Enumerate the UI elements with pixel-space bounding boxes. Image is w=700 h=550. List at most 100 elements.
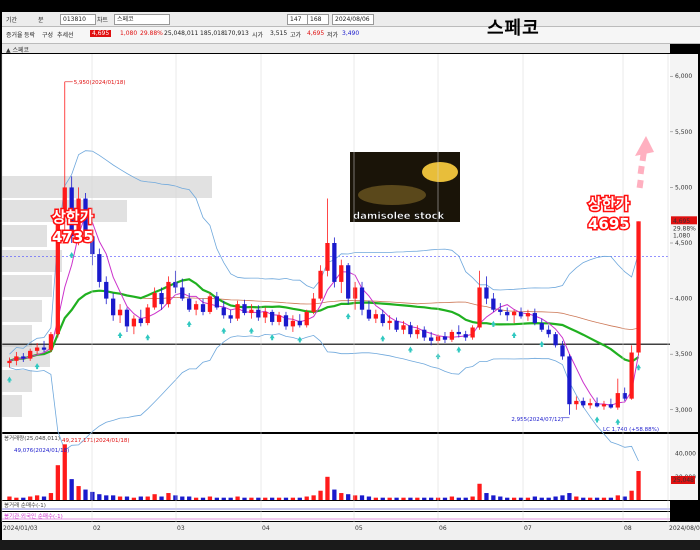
candle-body: [491, 298, 496, 310]
volume-bar: [567, 493, 572, 500]
volume-bar: [228, 497, 233, 500]
candle-body: [456, 331, 461, 335]
volume-bar: [124, 496, 130, 500]
volume-bar: [581, 497, 586, 500]
volume-bar: [408, 497, 413, 500]
volume-bar: [21, 497, 26, 500]
price-tick-label: 3,500: [675, 351, 692, 358]
candle-body: [477, 287, 482, 328]
volume-bar: [518, 497, 524, 500]
volume-label: 봉거래량(25,048,011): [4, 434, 60, 442]
candle-body: [41, 347, 47, 350]
candle-body: [408, 325, 413, 335]
price-tick-label: 4,000: [675, 296, 692, 303]
price-tick-label: 5,000: [675, 184, 692, 191]
candle-body: [601, 404, 607, 407]
limit-up-label-1: 상한가: [52, 208, 94, 226]
candle-body: [104, 281, 109, 299]
volume-bar: [532, 496, 537, 500]
pink-arrow-segment: [636, 179, 644, 189]
candle-body: [332, 243, 337, 282]
volume-bar: [325, 476, 330, 500]
low-label: 2,955(2024/07/12): [511, 417, 563, 423]
candle-body: [34, 347, 40, 351]
sub-panel-2: [2, 512, 670, 521]
candle-body: [539, 323, 544, 330]
candle-body: [249, 309, 254, 314]
volume-bar: [484, 493, 489, 500]
volume-bar: [332, 489, 337, 500]
candle-body: [207, 296, 213, 312]
candle-body: [560, 345, 565, 357]
candle-body: [346, 265, 351, 299]
limit-up-value-1: 4735: [52, 228, 94, 246]
volume-bar: [173, 495, 178, 500]
candle-body: [532, 313, 537, 324]
candle-body: [373, 314, 378, 319]
volume-bar: [111, 495, 116, 500]
candle-body: [304, 311, 309, 326]
volume-bar: [297, 497, 302, 500]
watermark-caption: damisolee stock: [353, 211, 445, 222]
candle-body: [173, 281, 178, 288]
candle-body: [48, 334, 54, 350]
price-tick-label: 6,000: [675, 73, 692, 80]
candle-body: [422, 329, 427, 338]
volume-bar: [207, 496, 213, 500]
volume-bar: [511, 497, 517, 500]
high-label: 5,950(2024/01/18): [74, 80, 126, 86]
volume-bar: [594, 497, 600, 500]
limit-up-value-2: 4695: [588, 215, 630, 233]
last-volume-label: 25,048: [673, 477, 694, 484]
volume-bar: [359, 495, 365, 500]
candle-body: [159, 293, 164, 305]
volume-bar: [7, 496, 12, 500]
volume-profile-bar: [2, 225, 47, 247]
x-tick-label: 2024/08/06: [669, 525, 700, 532]
status-bar: [0, 540, 700, 550]
candle-body: [97, 254, 102, 282]
volume-bar: [104, 495, 109, 500]
volume-bar: [477, 483, 482, 500]
candle-body: [263, 311, 268, 318]
candle-body: [325, 243, 330, 271]
volume-bar: [498, 496, 503, 500]
x-tick-label: 2024/01/03: [3, 525, 38, 532]
volume-tick-label: 40,000: [675, 451, 696, 458]
candle-body: [180, 287, 185, 299]
volume-peak-label-b: 49,076(2024/01/18): [14, 448, 69, 454]
volume-bar: [311, 495, 316, 500]
volume-bar: [429, 497, 434, 500]
volume-bar: [34, 495, 40, 500]
volume-bar: [366, 496, 372, 500]
volume-bar: [90, 491, 95, 500]
volume-profile-bar: [2, 370, 32, 392]
candle-body: [359, 287, 365, 310]
volume-bar: [138, 496, 143, 500]
volume-bar: [318, 490, 323, 500]
volume-bar: [187, 496, 192, 500]
volume-bar: [636, 471, 641, 500]
candle-body: [352, 287, 358, 299]
watermark-figure: [358, 185, 426, 205]
volume-peak-label-a: 49,217,171(2024/01/18): [62, 438, 129, 444]
volume-bar: [380, 497, 385, 500]
volume-bar: [546, 497, 551, 500]
volume-bar: [76, 486, 81, 500]
volume-bar: [422, 497, 427, 500]
volume-bar: [525, 497, 531, 500]
candle-body: [525, 313, 531, 317]
candle-body: [463, 334, 468, 338]
x-tick-label: 05: [355, 525, 363, 532]
pink-arrow-segment: [637, 165, 645, 175]
candle-body: [117, 309, 123, 316]
candle-body: [449, 331, 455, 340]
volume-bar: [352, 495, 358, 500]
volume-profile-bar: [2, 300, 42, 322]
volume-bar: [166, 493, 171, 500]
candle-body: [588, 403, 593, 406]
volume-bar: [470, 496, 475, 500]
volume-bar: [574, 496, 579, 500]
candle-body: [138, 318, 143, 324]
x-tick-label: 04: [262, 525, 270, 532]
